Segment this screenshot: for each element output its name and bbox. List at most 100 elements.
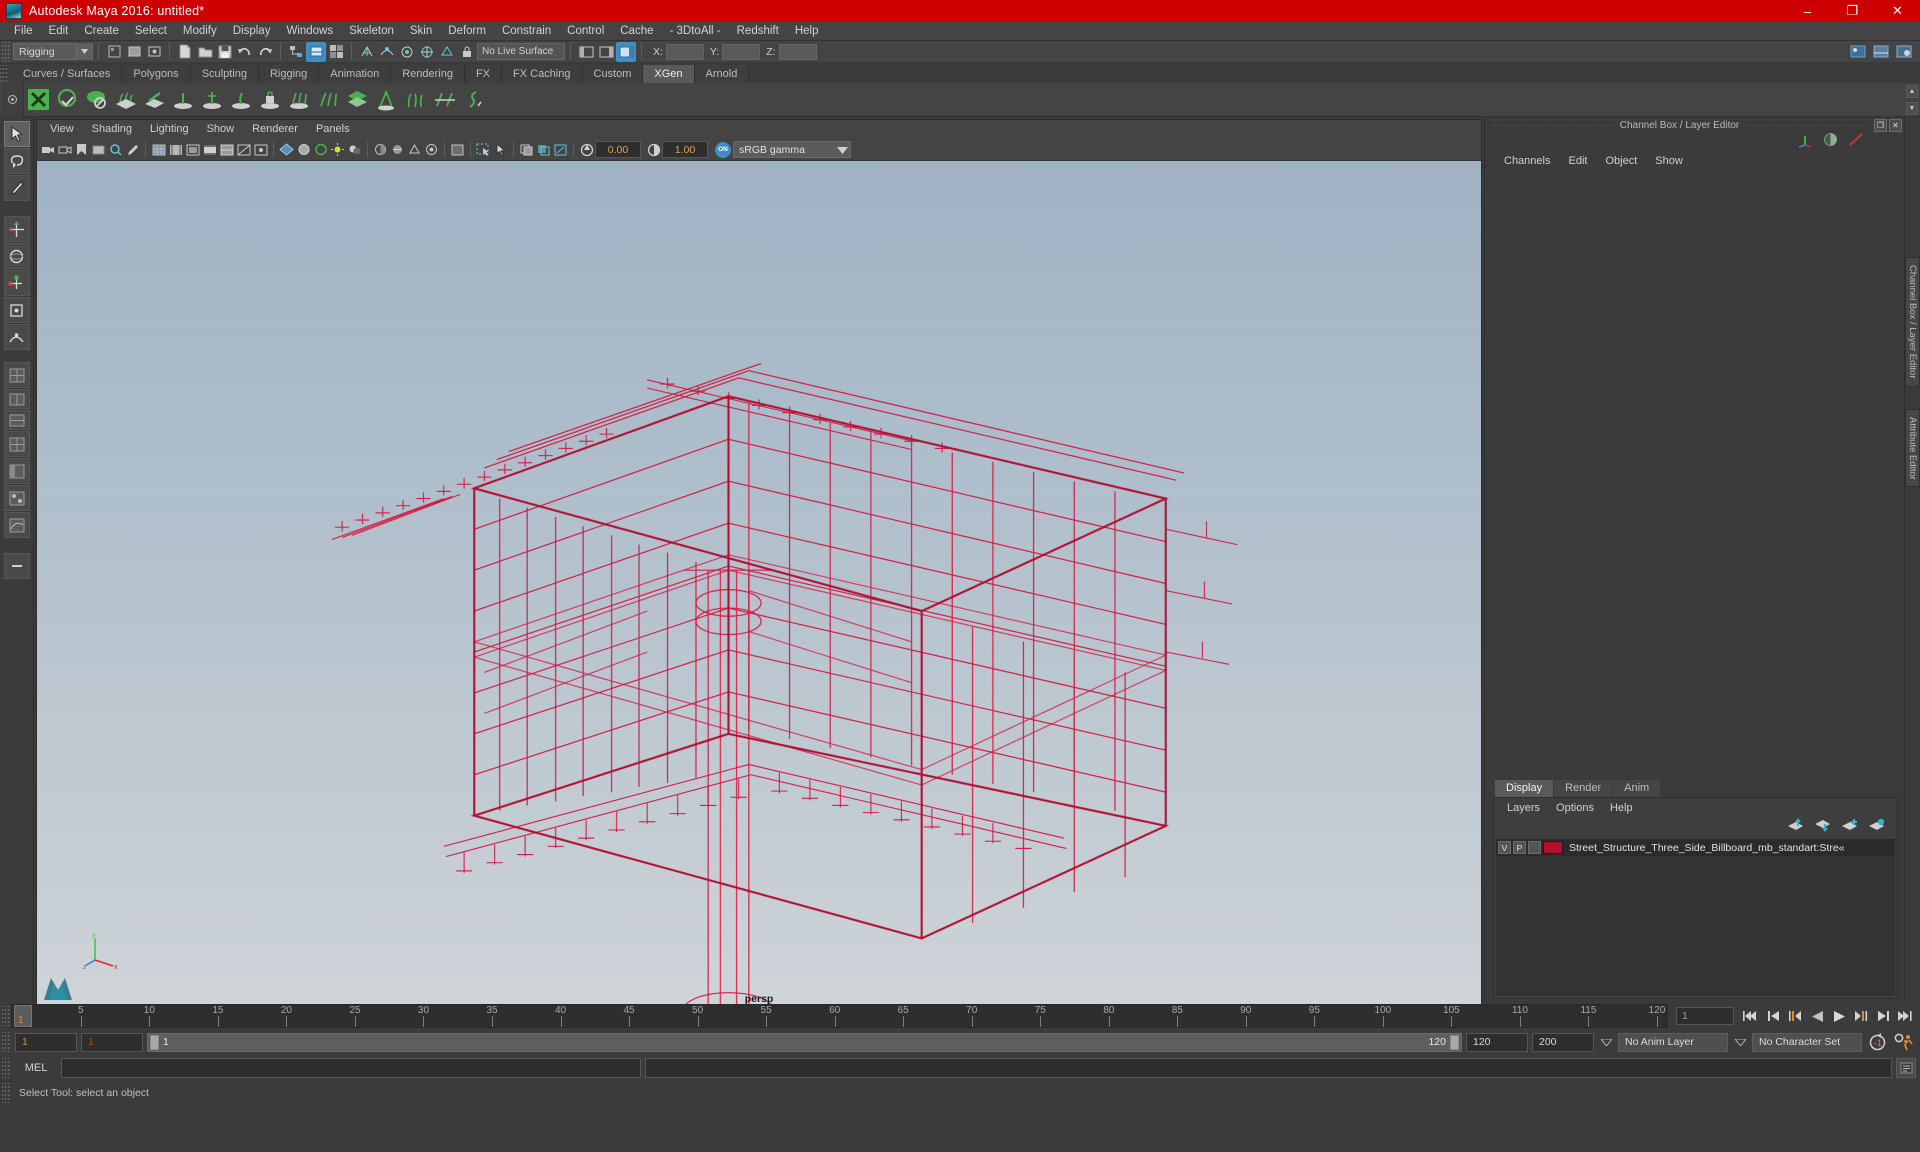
vtab-channel-box-layer-editor[interactable]: Channel Box / Layer Editor	[1905, 257, 1920, 387]
layer-visibility-toggle[interactable]: V	[1498, 841, 1511, 854]
quick-layout-graph-editor-button[interactable]	[3, 512, 30, 538]
quick-layout-four-panes-button[interactable]	[3, 431, 30, 457]
menu-item-cache[interactable]: Cache	[612, 22, 661, 41]
layer-menu-layers[interactable]: Layers	[1499, 802, 1548, 814]
film-gate-icon[interactable]	[167, 141, 184, 159]
xgen-lock-guide-icon[interactable]	[256, 85, 285, 114]
xray-icon[interactable]	[235, 141, 252, 159]
time-slider-cursor[interactable]: 1	[14, 1005, 32, 1027]
channel-box-menu-channels[interactable]: Channels	[1495, 155, 1559, 167]
exposure-field[interactable]: 0.00	[595, 141, 641, 158]
menu-item-constrain[interactable]: Constrain	[494, 22, 559, 41]
menu-item-3dtoall[interactable]: - 3DtoAll -	[662, 22, 729, 41]
time-slider[interactable]: 1 5 10 15 20 25 30 35 40 45 50 55 60 65 70 75 80 85 90 95 1…	[11, 1004, 1668, 1028]
xgen-create-description-icon[interactable]	[24, 85, 53, 114]
menu-item-file[interactable]: File	[6, 22, 41, 41]
menu-item-modify[interactable]: Modify	[175, 22, 225, 41]
anim-curve-icon[interactable]	[1848, 132, 1864, 152]
lighting-icon[interactable]	[329, 141, 346, 159]
snap-to-point-icon[interactable]	[397, 42, 417, 62]
marquee-select-icon[interactable]	[475, 141, 492, 159]
menu-item-windows[interactable]: Windows	[278, 22, 341, 41]
screen-space-ao-icon[interactable]	[372, 141, 389, 159]
two-d-pan-zoom-icon[interactable]	[107, 141, 124, 159]
xgen-cut-modifier-icon[interactable]	[430, 85, 459, 114]
universal-manipulator-button[interactable]	[3, 297, 30, 323]
quick-layout-outliner-persp-button[interactable]	[3, 458, 30, 484]
render-settings-icon[interactable]	[1894, 42, 1914, 62]
transform-axis-icon[interactable]	[1797, 132, 1813, 153]
save-scene-icon[interactable]	[215, 42, 235, 62]
shelf-tab-curves-surfaces[interactable]: Curves / Surfaces	[12, 65, 123, 83]
shelf-scroll-up-icon[interactable]: ▲	[1906, 85, 1918, 98]
play-forwards-button[interactable]	[1830, 1007, 1848, 1025]
color-management-toggle[interactable]: ON	[713, 141, 733, 159]
coord-z-field[interactable]	[778, 43, 817, 60]
color-profile-selector[interactable]: sRGB gamma	[733, 141, 851, 158]
next-key-button[interactable]	[1852, 1007, 1870, 1025]
xgen-comb-guide-icon[interactable]	[285, 85, 314, 114]
shelf-tab-sculpting[interactable]: Sculpting	[190, 65, 259, 83]
bookmark-icon[interactable]	[73, 141, 90, 159]
shelf-options-button[interactable]	[2, 82, 24, 117]
xgen-import-collection-icon[interactable]	[53, 85, 82, 114]
playback-start-time-field[interactable]: 1	[81, 1032, 143, 1052]
snap-to-view-plane-icon[interactable]	[437, 42, 457, 62]
shelf-tab-rendering[interactable]: Rendering	[391, 65, 465, 83]
character-set-dropdown-icon[interactable]	[1732, 1033, 1748, 1051]
channel-box-content[interactable]	[1485, 171, 1904, 778]
xgen-density-brush-icon[interactable]	[169, 85, 198, 114]
redo-icon[interactable]	[255, 42, 275, 62]
view-transform-icon[interactable]	[552, 141, 569, 159]
move-layer-down-icon[interactable]	[1814, 818, 1831, 837]
quick-layout-two-panes-side-button[interactable]	[3, 389, 30, 409]
anim-layer-dropdown-icon[interactable]	[1598, 1033, 1614, 1051]
tab-render[interactable]: Render	[1554, 780, 1613, 797]
create-layer-from-selected-icon[interactable]	[1868, 818, 1885, 837]
range-end-handle[interactable]	[1450, 1034, 1459, 1050]
menu-item-create[interactable]: Create	[76, 22, 127, 41]
new-scene-icon[interactable]	[175, 42, 195, 62]
select-by-hierarchy-icon[interactable]	[286, 42, 306, 62]
viewport-menu-shading[interactable]: Shading	[83, 120, 141, 139]
script-editor-button[interactable]	[1896, 1058, 1916, 1078]
xgen-coil-modifier-icon[interactable]	[459, 85, 488, 114]
snap-to-projected-center-icon[interactable]	[417, 42, 437, 62]
xgen-noise-modifier-icon[interactable]	[401, 85, 430, 114]
select-by-component-type-icon[interactable]	[326, 42, 346, 62]
range-slider[interactable]: 1 120	[147, 1032, 1462, 1052]
shade-options-icon[interactable]	[295, 141, 312, 159]
character-set-field[interactable]: No Character Set	[1752, 1032, 1862, 1052]
coord-x-field[interactable]	[665, 43, 704, 60]
camera-attributes-icon[interactable]	[56, 141, 73, 159]
layer-menu-help[interactable]: Help	[1602, 802, 1641, 814]
menu-item-select[interactable]: Select	[127, 22, 175, 41]
menu-item-skeleton[interactable]: Skeleton	[341, 22, 402, 41]
auto-keyframe-toggle-icon[interactable]: -1	[1866, 1033, 1888, 1051]
quick-layout-single-perspective-button[interactable]	[3, 362, 30, 388]
shelf-tab-polygons[interactable]: Polygons	[122, 65, 191, 83]
wireframe-on-shaded-icon[interactable]	[218, 141, 235, 159]
quick-layout-hypershade-button[interactable]	[3, 485, 30, 511]
shelf-tab-fx-caching[interactable]: FX Caching	[502, 65, 583, 83]
live-surface-field[interactable]: No Live Surface	[477, 43, 565, 60]
xgen-move-guide-icon[interactable]	[227, 85, 256, 114]
channel-box-menu-object[interactable]: Object	[1596, 155, 1646, 167]
viewport-menu-panels[interactable]: Panels	[307, 120, 359, 139]
menu-item-deform[interactable]: Deform	[440, 22, 494, 41]
layer-list[interactable]: V P Street_Structure_Three_Side_Billboar…	[1496, 839, 1895, 996]
go-to-start-button[interactable]	[1742, 1007, 1760, 1025]
menu-item-edit[interactable]: Edit	[41, 22, 77, 41]
layer-playback-toggle[interactable]: P	[1513, 841, 1526, 854]
shelf-grip[interactable]	[0, 65, 9, 83]
viewport-3d[interactable]: persp y x z	[37, 161, 1481, 1011]
show-hide-channel-box-icon[interactable]	[616, 41, 636, 62]
menu-item-redshift[interactable]: Redshift	[729, 22, 787, 41]
multisample-aa-icon[interactable]	[406, 141, 423, 159]
shelf-tab-xgen[interactable]: XGen	[643, 65, 695, 83]
viewport-menu-view[interactable]: View	[41, 120, 83, 139]
select-tool-button[interactable]	[3, 121, 30, 147]
select-object-icon[interactable]	[492, 141, 509, 159]
menu-item-display[interactable]: Display	[225, 22, 279, 41]
range-slider-grip[interactable]	[2, 1032, 11, 1052]
